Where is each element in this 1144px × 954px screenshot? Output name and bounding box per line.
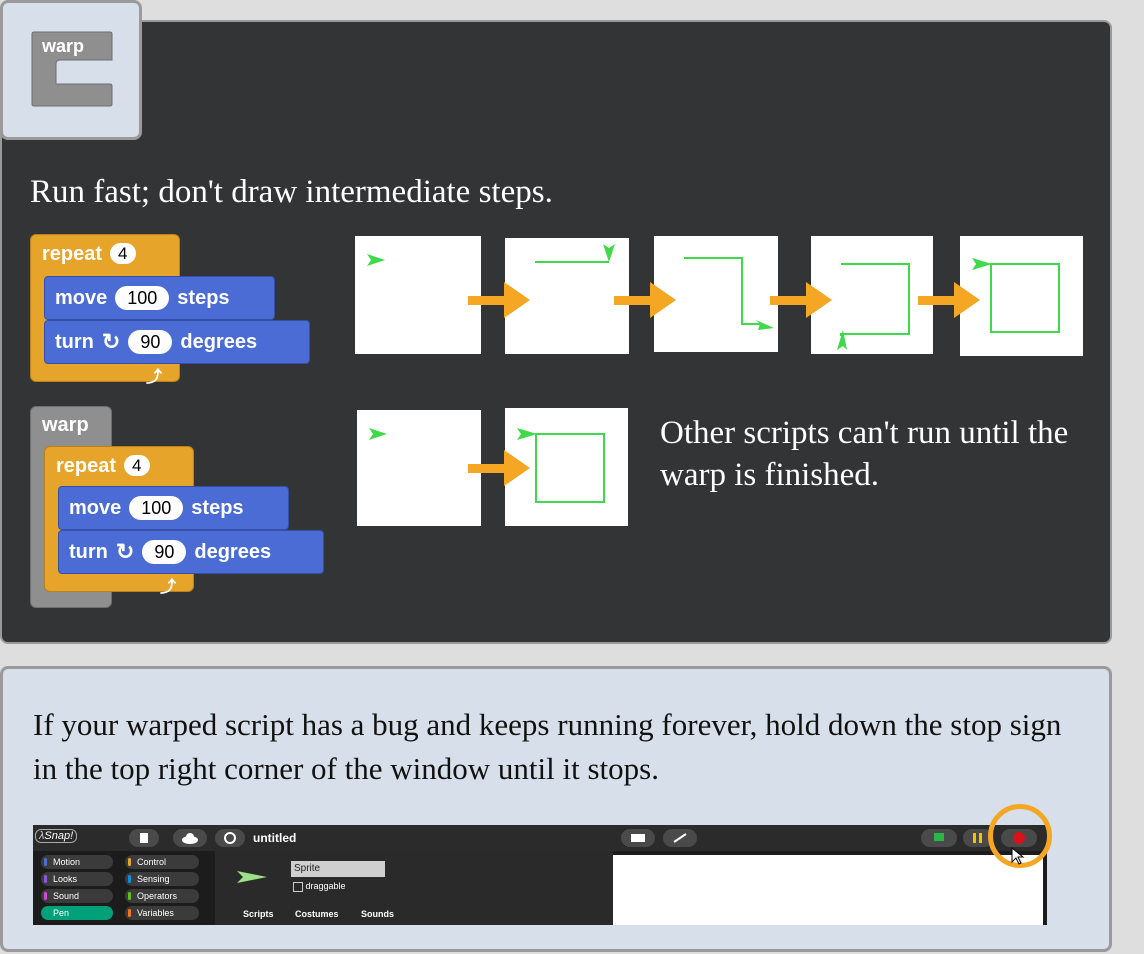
snap-logo: λSnap! [35, 829, 78, 843]
bottom-panel: If your warped script has a bug and keep… [0, 666, 1112, 952]
turn-label: turn [69, 540, 108, 563]
category-looks[interactable]: Looks [41, 872, 113, 886]
loop-arrow-icon: ⤴ [146, 369, 163, 386]
cloud-icon[interactable] [173, 829, 207, 847]
gear-icon[interactable] [215, 829, 245, 847]
repeat-label: repeat [42, 243, 103, 265]
degrees-label: degrees [194, 540, 272, 563]
move-block[interactable]: move 100 steps [44, 276, 275, 320]
tab-scripts[interactable]: Scripts [243, 909, 274, 919]
snap-stage [613, 855, 1043, 925]
transition-arrow-icon [918, 282, 980, 318]
warp-icon-tab: warp [0, 0, 142, 140]
transition-arrow-icon [468, 282, 530, 318]
loop-arrow-icon: ⤴ [160, 579, 177, 596]
sprite-corral: Sprite draggable Scripts Costumes Sounds [215, 851, 613, 925]
sprite-arrow-icon [237, 871, 267, 883]
turn-value[interactable]: 90 [128, 330, 173, 354]
sprite-name-field[interactable]: Sprite [291, 861, 385, 877]
mouse-cursor-icon [1011, 847, 1025, 865]
turn-block[interactable]: turn ↻ 90 degrees [58, 530, 324, 574]
warp-block-icon: warp [30, 30, 114, 110]
category-motion[interactable]: Motion [41, 855, 113, 869]
warp-note: Other scripts can't run until the warp i… [660, 415, 1069, 493]
project-name: untitled [253, 831, 297, 845]
tab-sounds[interactable]: Sounds [361, 909, 394, 919]
turn-label: turn [55, 330, 94, 353]
repeat-label: repeat [56, 455, 117, 477]
fullscreen-icon[interactable] [663, 829, 697, 847]
stage-size-icon[interactable] [621, 829, 655, 847]
move-value[interactable]: 100 [115, 286, 170, 310]
snap-screenshot: λSnap! untitled Motion Looks Sound Pen C… [33, 825, 1047, 925]
category-sensing[interactable]: Sensing [125, 872, 199, 886]
move-label: move [55, 286, 108, 309]
snap-logo-text: Snap! [44, 830, 74, 842]
steps-label: steps [191, 496, 244, 519]
transition-arrow-icon [468, 450, 530, 486]
stage-frame-1 [355, 236, 481, 354]
green-flag-button[interactable] [921, 829, 957, 847]
checkbox-icon [293, 881, 303, 892]
turn-clockwise-icon: ↻ [115, 539, 135, 564]
steps-label: steps [177, 286, 230, 309]
turn-block[interactable]: turn ↻ 90 degrees [44, 320, 310, 364]
snap-top-bar: λSnap! untitled [33, 825, 1047, 851]
bottom-panel-text: If your warped script has a bug and keep… [33, 707, 1062, 786]
category-control[interactable]: Control [125, 855, 199, 869]
category-variables[interactable]: Variables [125, 906, 199, 920]
stage-frame-warp-start [357, 410, 481, 526]
move-value[interactable]: 100 [129, 496, 184, 520]
degrees-label: degrees [180, 330, 258, 353]
turn-value[interactable]: 90 [142, 540, 187, 564]
warp-label: warp [42, 414, 89, 436]
category-pen[interactable]: Pen [41, 906, 113, 920]
draggable-label: draggable [305, 881, 346, 891]
category-operators[interactable]: Operators [125, 889, 199, 903]
repeat-count[interactable]: 4 [124, 455, 150, 476]
warp-icon-label: warp [42, 36, 85, 56]
move-block[interactable]: move 100 steps [58, 486, 289, 530]
transition-arrow-icon [614, 282, 676, 318]
draggable-checkbox[interactable]: draggable [293, 881, 346, 892]
turn-clockwise-icon: ↻ [101, 329, 121, 354]
file-icon[interactable] [129, 829, 159, 847]
transition-arrow-icon [770, 282, 832, 318]
tab-costumes[interactable]: Costumes [295, 909, 339, 919]
sprite-arrow-icon [367, 254, 385, 266]
repeat-count[interactable]: 4 [110, 243, 136, 264]
dark-panel-heading: Run fast; don't draw intermediate steps. [30, 174, 553, 210]
move-label: move [69, 496, 122, 519]
category-sound[interactable]: Sound [41, 889, 113, 903]
